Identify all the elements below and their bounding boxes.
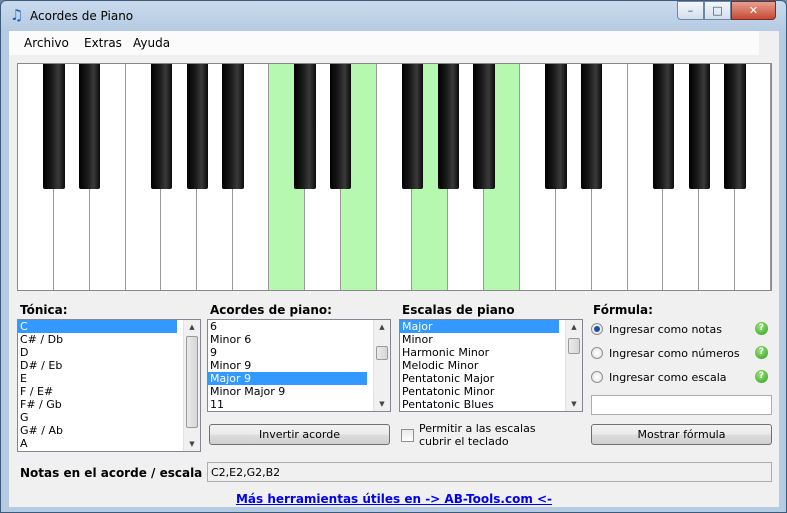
tonica-label: Tónica: [20,303,68,317]
escalas-list-item[interactable]: Pentatonic Major [400,372,559,385]
scroll-thumb[interactable] [376,346,388,360]
tonica-list-item[interactable]: G [18,411,177,424]
app-window: ♫ Acordes de Piano – □ ✕ Archivo Extras … [0,0,787,513]
permitir-escalas-label: Permitir a las escalas cubrir el teclado [419,422,536,448]
scroll-up-icon[interactable]: ▲ [566,320,582,334]
maximize-button[interactable]: □ [704,1,731,20]
acordes-label: Acordes de piano: [210,303,332,317]
close-button[interactable]: ✕ [731,1,776,20]
black-key[interactable] [150,64,173,189]
help-icon[interactable]: ? [755,322,768,335]
help-icon[interactable]: ? [755,346,768,359]
ab-tools-link[interactable]: Más herramientas útiles en -> AB-Tools.c… [9,492,779,506]
scroll-down-icon[interactable]: ▼ [566,397,582,411]
notas-label: Notas en el acorde / escala [20,466,203,480]
menu-ayuda[interactable]: Ayuda [133,36,170,50]
escalas-list-item[interactable]: Minor [400,333,559,346]
escalas-list-item[interactable]: Pentatonic Blues [400,398,559,411]
tonica-list-item[interactable]: E [18,372,177,385]
black-key[interactable] [580,64,603,189]
tonica-list-item[interactable]: A [18,437,177,450]
radio-button[interactable] [591,371,603,383]
permitir-escalas-checkbox[interactable] [401,429,414,442]
radio-label: Ingresar como escala [609,371,727,384]
scroll-up-icon[interactable]: ▲ [374,320,390,334]
tonica-list-item[interactable]: F# / Gb [18,398,177,411]
acordes-list-item[interactable]: Minor Major 9 [208,385,367,398]
mostrar-formula-button[interactable]: Mostrar fórmula [591,424,772,445]
black-key[interactable] [545,64,567,189]
menu-extras[interactable]: Extras [84,36,122,50]
escalas-list-item[interactable]: Major [400,320,559,333]
acordes-list-item[interactable]: 9 [208,346,367,359]
tonica-listbox[interactable]: C C# / Db D D# / Eb E F / E# F# / Gb G G# / Ab A … [17,319,201,452]
black-key[interactable] [43,64,65,189]
piano-keyboard[interactable] [17,63,772,291]
notas-output: C2,E2,G2,B2 [207,462,772,482]
acordes-list-item[interactable]: Minor 9 [208,359,367,372]
escalas-listbox[interactable]: Major Minor Harmonic Minor Melodic Minor Pen… [399,319,583,412]
black-key[interactable] [329,64,352,189]
black-key[interactable] [473,64,495,189]
minimize-button[interactable]: – [677,1,704,20]
tonica-list-item[interactable]: F / E# [18,385,177,398]
formula-option[interactable]: Ingresar como notas? [591,322,771,338]
scroll-thumb[interactable] [568,338,580,354]
escalas-list-item[interactable]: Melodic Minor [400,359,559,372]
acordes-scrollbar[interactable]: ▲ ▼ [373,320,390,411]
radio-selected-dot [594,326,600,332]
radio-button[interactable] [591,323,603,335]
scroll-thumb[interactable] [186,336,198,428]
formula-option[interactable]: Ingresar como escala? [591,370,771,386]
radio-button[interactable] [591,347,603,359]
scroll-down-icon[interactable]: ▼ [374,397,390,411]
acordes-list-item[interactable]: 6 [208,320,367,333]
radio-label: Ingresar como notas [609,323,722,336]
black-key[interactable] [294,64,316,189]
formula-input[interactable] [591,395,772,415]
tonica-list-item[interactable]: C [18,320,177,333]
black-key[interactable] [186,64,209,189]
escalas-list-item[interactable]: Harmonic Minor [400,346,559,359]
scroll-down-icon[interactable]: ▼ [184,437,200,451]
help-icon[interactable]: ? [755,370,768,383]
acordes-list-item[interactable]: Major 9 [208,372,367,385]
tonica-list-item[interactable]: D# / Eb [18,359,177,372]
title-bar[interactable]: ♫ Acordes de Piano – □ ✕ [1,1,786,31]
escalas-scrollbar[interactable]: ▲ ▼ [565,320,582,411]
formula-label: Fórmula: [593,303,653,317]
black-key[interactable] [724,64,746,189]
formula-option[interactable]: Ingresar como números? [591,346,771,362]
tonica-scrollbar[interactable]: ▲ ▼ [183,320,200,451]
black-key[interactable] [222,64,244,189]
acordes-list-item[interactable]: Minor 6 [208,333,367,346]
scroll-up-icon[interactable]: ▲ [184,320,200,334]
black-key[interactable] [401,64,424,189]
invertir-acorde-button[interactable]: Invertir acorde [209,424,390,445]
black-key[interactable] [78,64,101,189]
tonica-list-item[interactable]: D [18,346,177,359]
escalas-label: Escalas de piano [402,303,515,317]
tonica-list-item[interactable]: C# / Db [18,333,177,346]
acordes-list-item[interactable]: 11 [208,398,367,411]
window-title: Acordes de Piano [30,9,134,23]
tonica-list-item[interactable]: G# / Ab [18,424,177,437]
black-key[interactable] [652,64,675,189]
menu-bar: Archivo Extras Ayuda [9,31,759,55]
escalas-list-item[interactable]: Pentatonic Minor [400,385,559,398]
black-key[interactable] [688,64,711,189]
client-area: Archivo Extras Ayuda Tónica: C C# / Db D D#… [9,31,779,507]
music-note-icon: ♫ [10,6,24,24]
black-key[interactable] [437,64,460,189]
radio-label: Ingresar como números [609,347,740,360]
menu-archivo[interactable]: Archivo [24,36,69,50]
notas-value: C2,E2,G2,B2 [211,466,281,479]
acordes-listbox[interactable]: 6 Minor 6 9 Minor 9 Major 9 Minor Major 9 11 ▲… [207,319,391,412]
